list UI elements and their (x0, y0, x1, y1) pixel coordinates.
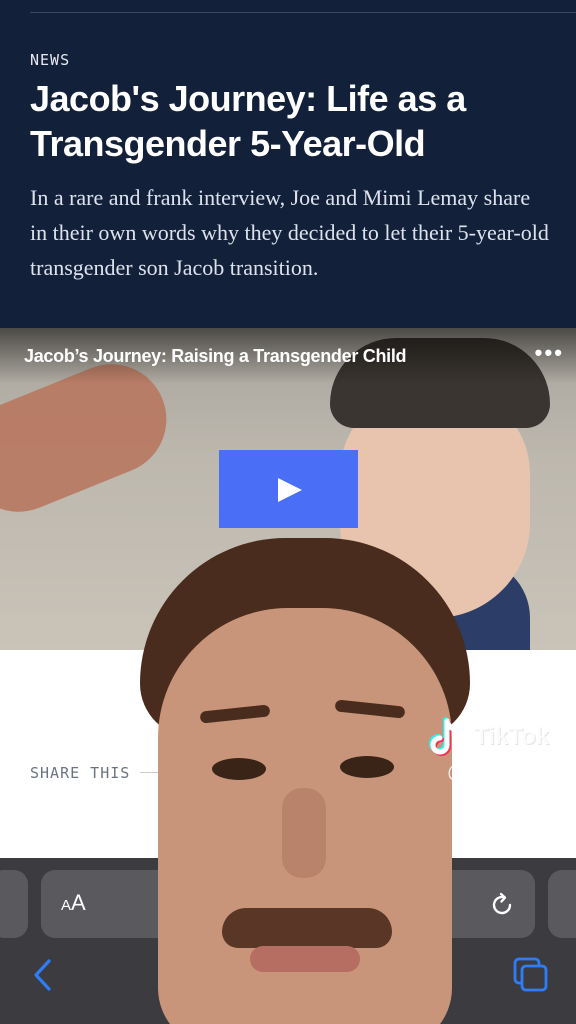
text-size-big-label: A (71, 890, 86, 915)
tiktok-logo-icon (429, 717, 461, 756)
previous-tab-preview[interactable] (0, 870, 28, 938)
divider (30, 12, 576, 13)
text-size-button[interactable]: AA (61, 890, 86, 916)
overlay-lip (250, 946, 360, 972)
next-tab-preview[interactable] (548, 870, 576, 938)
tabs-icon[interactable] (512, 956, 550, 994)
share-label: SHARE THIS (30, 764, 131, 782)
tiktok-watermark-name: TikTok (474, 723, 550, 750)
article-dek: In a rare and frank interview, Joe and M… (30, 185, 549, 280)
overlay-nose (282, 788, 326, 878)
overlay-person-face (140, 538, 470, 1024)
reload-icon[interactable] (489, 892, 515, 918)
play-button[interactable] (219, 450, 358, 528)
tiktok-watermark-user: @ ellyrated (447, 762, 544, 783)
overlay-eye-left (212, 758, 266, 780)
overlay-mustache (222, 908, 392, 948)
play-icon (278, 478, 302, 502)
video-title: Jacob’s Journey: Raising a Transgender C… (24, 346, 407, 366)
article-header: NEWS Jacob's Journey: Life as a Transgen… (0, 0, 576, 328)
section-kicker[interactable]: NEWS (30, 51, 70, 69)
chevron-left-icon[interactable] (32, 958, 54, 992)
text-size-small-label: A (61, 897, 72, 914)
ellipsis-icon[interactable]: • • • (535, 340, 562, 366)
article-headline: Jacob's Journey: Life as a Transgender 5… (30, 78, 466, 164)
overlay-eye-right (340, 756, 394, 778)
